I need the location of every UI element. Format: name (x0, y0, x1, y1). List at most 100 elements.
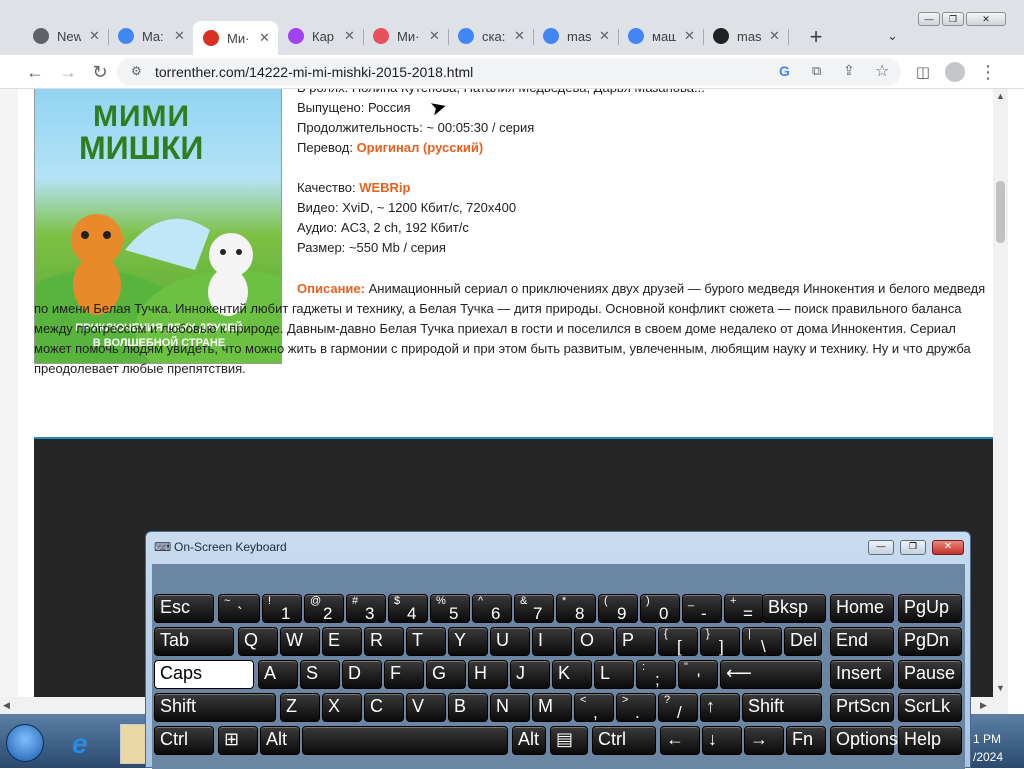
internet-explorer-icon[interactable]: e (72, 728, 88, 760)
key-3-6[interactable]: N (490, 693, 530, 722)
key-2-11[interactable]: " ' (678, 660, 718, 689)
clock-time[interactable]: 1 PM (973, 732, 1001, 746)
key-1-3[interactable]: E (322, 627, 362, 656)
address-bar[interactable]: ⚙ torrenther.com/14222-mi-mi-mishki-2015… (117, 58, 901, 86)
close-tab-icon[interactable]: ✕ (89, 28, 100, 44)
key-1-15[interactable]: End (830, 627, 894, 656)
scroll-thumb[interactable] (996, 181, 1005, 243)
key-4-7[interactable]: ← (660, 726, 700, 755)
tab-5[interactable]: ска: ✕ (448, 21, 534, 51)
key-2-3[interactable]: D (342, 660, 382, 689)
key-1-13[interactable]: | \ (742, 627, 782, 656)
key-0-13[interactable]: + = (724, 594, 764, 623)
close-tab-icon[interactable]: ✕ (514, 28, 525, 44)
key-0-12[interactable]: _ - (682, 594, 722, 623)
close-tab-icon[interactable]: ✕ (344, 28, 355, 44)
key-1-0[interactable]: Tab (154, 627, 234, 656)
back-icon[interactable]: ← (24, 61, 46, 83)
close-tab-icon[interactable]: ✕ (684, 28, 695, 44)
tab-7[interactable]: маш ✕ (618, 21, 704, 51)
key-2-1[interactable]: A (258, 660, 298, 689)
new-tab-button[interactable]: + (805, 24, 827, 49)
key-0-15[interactable]: Home (830, 594, 894, 623)
side-panel-icon[interactable]: ◫ (912, 61, 934, 83)
key-0-3[interactable]: @2 (304, 594, 344, 623)
tab-1[interactable]: Ma: ✕ (108, 21, 194, 51)
share-icon[interactable]: ⇪ (843, 62, 855, 79)
vertical-scrollbar[interactable]: ▲ ▼ (993, 89, 1008, 697)
key-4-6[interactable]: Ctrl (592, 726, 656, 755)
key-3-1[interactable]: Z (280, 693, 320, 722)
tab-search-icon[interactable]: ⌄ (887, 28, 898, 44)
key-4-12[interactable]: Help (898, 726, 962, 755)
key-1-16[interactable]: PgDn (898, 627, 962, 656)
tab-3[interactable]: Кар ✕ (278, 21, 364, 51)
key-3-8[interactable]: <, (574, 693, 614, 722)
key-3-2[interactable]: X (322, 693, 362, 722)
key-2-5[interactable]: G (426, 660, 466, 689)
key-4-9[interactable]: → (744, 726, 784, 755)
key-3-13[interactable]: PrtScn (830, 693, 894, 722)
key-1-2[interactable]: W (280, 627, 320, 656)
key-1-4[interactable]: R (364, 627, 404, 656)
tab-6[interactable]: mas ✕ (533, 21, 619, 51)
tab-0[interactable]: New ✕ (23, 21, 109, 51)
key-1-10[interactable]: P (616, 627, 656, 656)
key-1-6[interactable]: Y (448, 627, 488, 656)
key-4-10[interactable]: Fn (786, 726, 826, 755)
scroll-right-arrow-icon[interactable]: ▶ (980, 700, 987, 711)
key-2-12[interactable]: ⟵ (720, 660, 822, 689)
key-0-0[interactable]: Esc (154, 594, 214, 623)
key-2-7[interactable]: J (510, 660, 550, 689)
tab-8[interactable]: mas ✕ (703, 21, 789, 51)
key-4-5[interactable]: ▤ (550, 726, 588, 755)
key-1-8[interactable]: I (532, 627, 572, 656)
tab-2[interactable]: Mи· ✕ (193, 21, 278, 55)
key-3-12[interactable]: Shift (742, 693, 822, 722)
scroll-left-arrow-icon[interactable]: ◀ (3, 700, 10, 711)
key-3-9[interactable]: >. (616, 693, 656, 722)
key-0-11[interactable]: ) 0 (640, 594, 680, 623)
key-3-5[interactable]: B (448, 693, 488, 722)
google-lens-icon[interactable]: G (779, 63, 790, 79)
key-1-12[interactable]: }] (700, 627, 740, 656)
key-0-7[interactable]: ^ 6 (472, 594, 512, 623)
key-2-2[interactable]: S (300, 660, 340, 689)
clock-date[interactable]: /2024 (973, 750, 1003, 764)
key-2-6[interactable]: H (468, 660, 508, 689)
key-3-0[interactable]: Shift (154, 693, 276, 722)
close-window-button[interactable]: ✕ (966, 12, 1006, 26)
osk-minimize-button[interactable]: — (868, 540, 894, 555)
key-1-11[interactable]: {[ (658, 627, 698, 656)
key-4-1[interactable]: ⊞ (218, 726, 258, 755)
key-4-4[interactable]: Alt (512, 726, 546, 755)
translate-icon[interactable]: ⧉ (812, 63, 821, 79)
key-2-4[interactable]: F (384, 660, 424, 689)
bookmark-star-icon[interactable]: ☆ (875, 61, 889, 81)
scroll-up-arrow-icon[interactable]: ▲ (996, 91, 1005, 101)
key-1-1[interactable]: Q (238, 627, 278, 656)
forward-icon[interactable]: → (57, 61, 79, 83)
key-1-14[interactable]: Del (784, 627, 822, 656)
key-4-3[interactable] (302, 726, 508, 755)
key-3-10[interactable]: ? / (658, 693, 698, 722)
close-tab-icon[interactable]: ✕ (769, 28, 780, 44)
key-0-8[interactable]: & 7 (514, 594, 554, 623)
key-4-2[interactable]: Alt (260, 726, 300, 755)
key-2-0[interactable]: Caps (154, 660, 254, 689)
key-1-9[interactable]: O (574, 627, 614, 656)
key-0-10[interactable]: (9 (598, 594, 638, 623)
scroll-down-arrow-icon[interactable]: ▼ (996, 683, 1005, 693)
key-2-13[interactable]: Insert (830, 660, 894, 689)
key-3-7[interactable]: M (532, 693, 572, 722)
key-2-14[interactable]: Pause (898, 660, 962, 689)
key-4-0[interactable]: Ctrl (154, 726, 214, 755)
osk-close-button[interactable]: ✕ (932, 540, 964, 555)
key-0-5[interactable]: $4 (388, 594, 428, 623)
key-1-5[interactable]: T (406, 627, 446, 656)
key-4-11[interactable]: Options (830, 726, 898, 755)
profile-avatar-icon[interactable] (944, 61, 966, 83)
key-3-11[interactable]: ↑ (700, 693, 740, 722)
close-tab-icon[interactable]: ✕ (259, 30, 270, 46)
site-info-icon[interactable]: ⚙ (131, 64, 142, 78)
